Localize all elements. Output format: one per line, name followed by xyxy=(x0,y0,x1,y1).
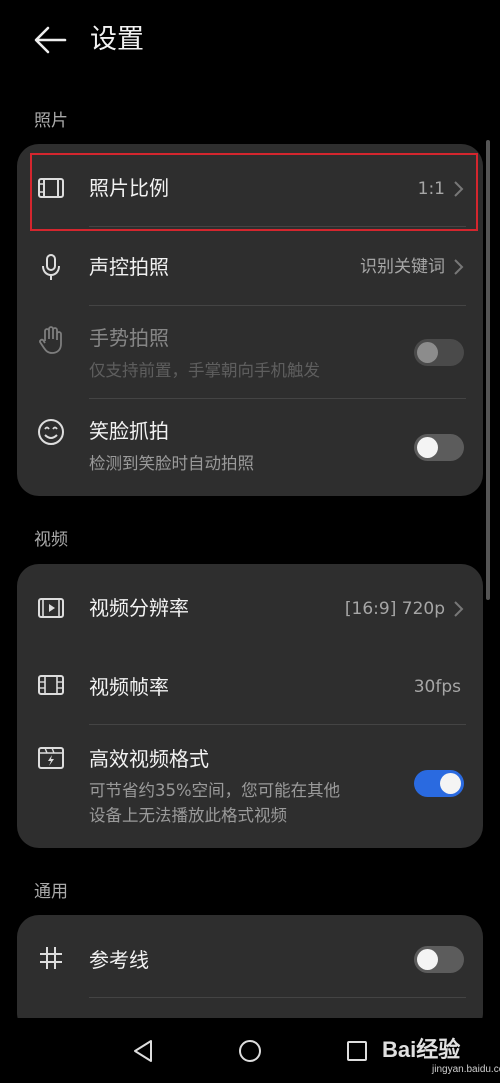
microphone-icon xyxy=(35,251,67,283)
setting-smile-capture[interactable]: 笑脸抓拍 检测到笑脸时自动拍照 xyxy=(17,399,483,496)
hand-icon xyxy=(35,324,67,356)
setting-gridlines[interactable]: 参考线 xyxy=(17,915,483,997)
nav-recents-button[interactable] xyxy=(342,1036,372,1066)
setting-video-framerate-value: 30fps xyxy=(413,677,461,697)
film-strip-icon xyxy=(35,669,67,701)
toggle-knob xyxy=(417,342,438,363)
setting-gesture-capture-title: 手势拍照 xyxy=(89,326,169,350)
nav-back-button[interactable] xyxy=(128,1036,158,1066)
setting-voice-capture-value: 识别关键词 xyxy=(360,257,445,277)
square-recents-icon xyxy=(347,1041,367,1061)
header: 设置 xyxy=(0,0,500,82)
video-settings-card: 视频分辨率 [16:9] 720p 视频帧率 30fps 高效视频格式 可节省约… xyxy=(17,564,483,848)
chevron-right-icon xyxy=(454,259,464,275)
back-button[interactable] xyxy=(30,22,70,58)
video-play-frame-icon xyxy=(35,592,67,624)
smile-capture-toggle[interactable] xyxy=(414,434,464,461)
circle-home-icon xyxy=(239,1040,261,1062)
divider xyxy=(89,997,466,998)
nav-home-button[interactable] xyxy=(235,1036,265,1066)
watermark-brand: Bai经验 xyxy=(382,1037,461,1062)
gridlines-toggle[interactable] xyxy=(414,946,464,973)
general-settings-card: 参考线 xyxy=(17,915,483,1035)
baidu-jingyan-watermark: Bai经验 jingyan.baidu.com xyxy=(380,1030,500,1080)
smile-icon xyxy=(35,416,67,448)
setting-gridlines-title: 参考线 xyxy=(89,948,149,972)
setting-video-resolution-title: 视频分辨率 xyxy=(89,596,189,620)
page-title: 设置 xyxy=(90,24,144,55)
section-label-photo: 照片 xyxy=(34,111,68,131)
setting-video-resolution-value: [16:9] 720p xyxy=(344,599,445,619)
scrollbar[interactable] xyxy=(486,140,490,600)
toggle-knob xyxy=(417,437,438,458)
chevron-right-icon xyxy=(454,601,464,617)
triangle-back-icon xyxy=(134,1040,152,1062)
setting-gesture-capture: 手势拍照 仅支持前置，手掌朝向手机触发 xyxy=(17,306,483,398)
setting-smile-capture-subtitle: 检测到笑脸时自动拍照 xyxy=(89,454,254,473)
gesture-capture-toggle xyxy=(414,339,464,366)
arrow-left-icon xyxy=(34,26,67,54)
setting-video-resolution[interactable]: 视频分辨率 [16:9] 720p xyxy=(17,564,483,646)
setting-efficient-video-format[interactable]: 高效视频格式 可节省约35%空间，您可能在其他 设备上无法播放此格式视频 xyxy=(17,725,483,848)
setting-efficient-video-format-subtitle-line1: 可节省约35%空间，您可能在其他 xyxy=(89,781,341,800)
setting-video-framerate-title: 视频帧率 xyxy=(89,675,169,699)
video-flash-icon xyxy=(35,742,67,774)
highlight-box xyxy=(30,153,478,231)
setting-voice-capture[interactable]: 声控拍照 识别关键词 xyxy=(17,227,483,305)
setting-smile-capture-title: 笑脸抓拍 xyxy=(89,419,169,443)
section-label-general: 通用 xyxy=(34,882,68,902)
setting-efficient-video-format-title: 高效视频格式 xyxy=(89,747,209,771)
hash-icon xyxy=(35,942,67,974)
efficient-video-format-toggle[interactable] xyxy=(414,770,464,797)
section-label-video: 视频 xyxy=(34,530,68,550)
toggle-knob xyxy=(440,773,461,794)
setting-video-framerate[interactable]: 视频帧率 30fps xyxy=(17,647,483,724)
setting-voice-capture-title: 声控拍照 xyxy=(89,255,169,279)
watermark-url: jingyan.baidu.com xyxy=(432,1064,500,1075)
setting-gesture-capture-subtitle: 仅支持前置，手掌朝向手机触发 xyxy=(89,361,320,380)
setting-efficient-video-format-subtitle-line2: 设备上无法播放此格式视频 xyxy=(89,806,287,825)
toggle-knob xyxy=(417,949,438,970)
